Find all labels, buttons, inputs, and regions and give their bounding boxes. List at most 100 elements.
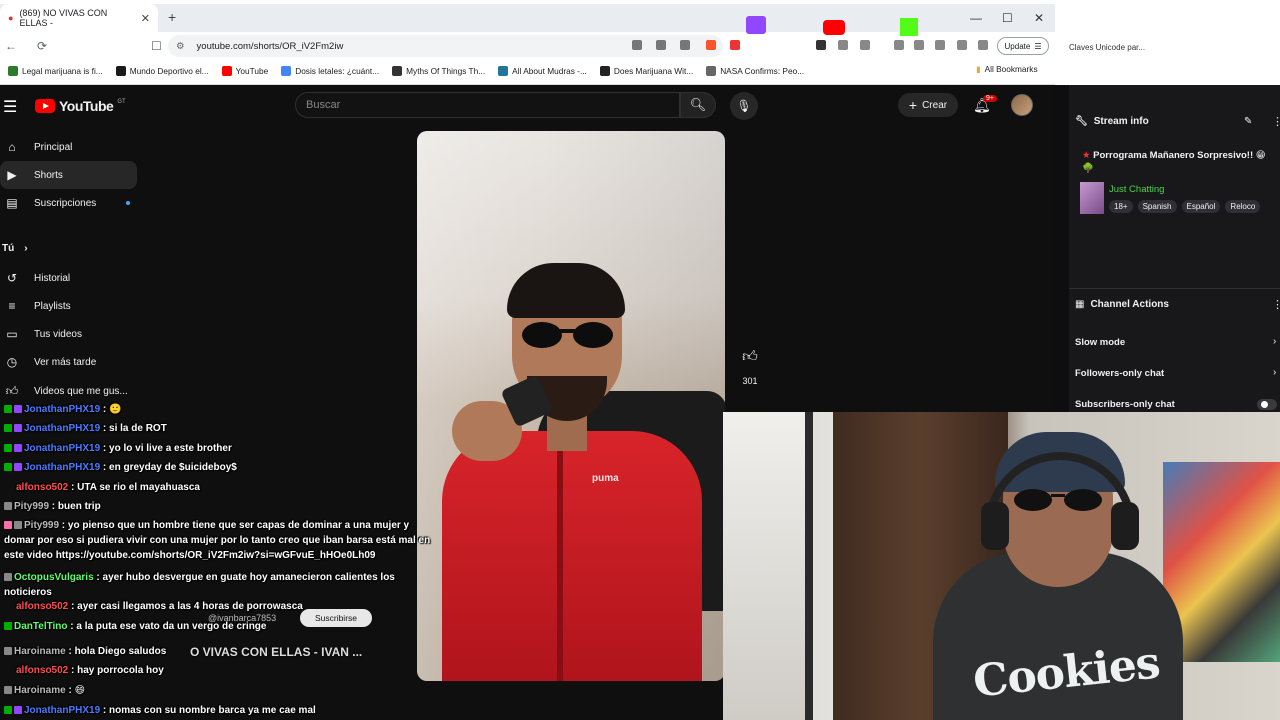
bookmark-item[interactable]: YouTube: [221, 66, 269, 76]
brave-shield-icon[interactable]: [706, 40, 716, 50]
extension-icon[interactable]: [914, 40, 924, 50]
avatar[interactable]: [1011, 94, 1033, 116]
bookmark-favicon-icon: [706, 66, 717, 76]
like-button[interactable]: 👍︎ 301: [738, 348, 762, 386]
bookmark-item[interactable]: NASA Confirms: Peo...: [706, 66, 804, 76]
sidebar-item-historial[interactable]: ↺ Historial: [0, 264, 137, 292]
chat-username[interactable]: Haroiname: [14, 685, 66, 696]
secondary-tab-title[interactable]: Claves Unicode par...: [1069, 43, 1145, 52]
chat-message: alfonso502 : ayer casi llegamos a las 4 …: [16, 599, 303, 614]
chat-badge-icon: [4, 573, 12, 582]
minimize-icon[interactable]: —: [970, 11, 982, 25]
search-input[interactable]: [306, 99, 679, 111]
chat-username[interactable]: alfonso502: [16, 482, 68, 493]
sidebar-item-principal[interactable]: ⌂ Principal: [0, 133, 137, 161]
extension-icon[interactable]: [978, 40, 988, 50]
extension-icon[interactable]: [816, 40, 826, 50]
tag[interactable]: 18+: [1109, 200, 1133, 213]
extension-icon[interactable]: [957, 40, 967, 50]
cast-icon[interactable]: [632, 40, 642, 50]
search-button[interactable]: 🔍︎: [680, 92, 716, 118]
share-icon[interactable]: [680, 40, 690, 50]
chat-username[interactable]: JonathanPHX19: [24, 404, 100, 415]
channel-actions-title: Channel Actions: [1090, 299, 1169, 310]
bookmark-item[interactable]: All About Mudras -...: [498, 66, 587, 76]
chat-username[interactable]: JonathanPHX19: [24, 462, 100, 473]
close-tab-icon[interactable]: ✕: [141, 12, 150, 25]
sidebar-item-ver-mas-tarde[interactable]: ◷ Ver más tarde: [0, 348, 137, 376]
chevron-right-icon[interactable]: ›: [1273, 367, 1276, 378]
tag[interactable]: Español: [1181, 200, 1221, 213]
voice-search-button[interactable]: 🎙︎: [730, 92, 758, 120]
extension-icon[interactable]: [860, 40, 870, 50]
channel-handle[interactable]: @ivanbarca7853: [208, 613, 276, 623]
all-bookmarks-folder[interactable]: ▮ All Bookmarks: [976, 64, 1038, 74]
kick-icon: [900, 18, 918, 36]
back-icon[interactable]: ←: [5, 39, 17, 53]
maximize-icon[interactable]: ☐: [1002, 11, 1013, 25]
sidebar-section-you[interactable]: Tú ›: [2, 243, 28, 254]
reload-icon[interactable]: ⟳: [37, 39, 47, 53]
subscribe-button[interactable]: Suscribirse: [300, 609, 372, 627]
chat-username[interactable]: Haroiname: [14, 646, 66, 657]
search-box[interactable]: [295, 92, 680, 118]
category-thumbnail[interactable]: [1080, 182, 1104, 214]
extension-icon[interactable]: [838, 40, 848, 50]
youtube-logo[interactable]: YouTube GT: [35, 98, 126, 114]
bookmark-item[interactable]: Legal marijuana is fi...: [8, 66, 103, 76]
chat-username[interactable]: JonathanPHX19: [24, 423, 100, 434]
chevron-right-icon[interactable]: ›: [1273, 336, 1276, 347]
bookmark-label: Dosis letales: ¿cuánt...: [295, 66, 380, 76]
browser-tab-active[interactable]: ● (869) NO VIVAS CON ELLAS - ✕: [0, 4, 158, 32]
bookmark-label: NASA Confirms: Peo...: [720, 66, 805, 76]
bookmark-favicon-icon: [392, 66, 403, 76]
tag[interactable]: Reloco: [1225, 200, 1261, 213]
new-tab-button[interactable]: +: [168, 9, 176, 25]
bookmark-item[interactable]: Mundo Deportivo el...: [115, 66, 209, 76]
chat-badge-icon: [4, 647, 12, 656]
bookmark-favicon-icon: [221, 66, 232, 76]
chat-badge-icon: [14, 405, 22, 414]
update-button[interactable]: Update ☰: [997, 37, 1049, 55]
chat-username[interactable]: DanTelTino: [14, 621, 68, 632]
category-name[interactable]: Just Chatting: [1109, 184, 1164, 195]
sidebar-item-tus-videos[interactable]: ▭ Tus videos: [0, 320, 137, 348]
edit-pencil-icon[interactable]: ✎: [1244, 116, 1252, 127]
site-info-icon[interactable]: ⚙: [176, 41, 185, 52]
bookmark-star-icon[interactable]: ☐: [151, 39, 162, 53]
bookmark-item[interactable]: Does Marijuana Wit...: [599, 66, 693, 76]
menu-icon[interactable]: ☰: [3, 97, 17, 117]
followers-only-action[interactable]: Followers-only chat: [1075, 368, 1164, 379]
slow-mode-action[interactable]: Slow mode: [1075, 337, 1125, 348]
chat-message: OctopusVulgaris : ayer hubo desvergue en…: [4, 570, 434, 600]
more-options-icon[interactable]: ⋮: [1272, 115, 1280, 128]
bookmark-favicon-icon: [498, 66, 509, 76]
translate-icon[interactable]: [656, 40, 666, 50]
create-button[interactable]: + Crear: [898, 93, 958, 117]
sidebar-item-shorts[interactable]: ▶ Shorts: [0, 161, 137, 189]
bookmark-label: YouTube: [235, 66, 269, 76]
bookmark-item[interactable]: Dosis letales: ¿cuánt...: [281, 66, 379, 76]
rewards-icon[interactable]: [730, 40, 740, 50]
stream-title: ★ Porrograma Mañanero Sorpresivo!! 😁 🌳: [1082, 149, 1277, 175]
extension-icon[interactable]: [894, 40, 904, 50]
chat-username[interactable]: Pity999: [24, 520, 59, 531]
close-window-icon[interactable]: ✕: [1034, 11, 1044, 25]
more-options-icon[interactable]: ⋮: [1272, 298, 1280, 311]
extension-icon[interactable]: [935, 40, 945, 50]
bookmark-item[interactable]: Myths Of Things Th...: [392, 66, 485, 76]
chat-username[interactable]: JonathanPHX19: [24, 443, 100, 454]
chat-username[interactable]: OctopusVulgaris: [14, 572, 94, 583]
chat-username[interactable]: alfonso502: [16, 665, 68, 676]
chat-text: : ayer casi llegamos a las 4 horas de po…: [68, 601, 303, 612]
chat-username[interactable]: alfonso502: [16, 601, 68, 612]
sidebar-item-playlists[interactable]: ≡ Playlists: [0, 292, 137, 320]
chat-username[interactable]: JonathanPHX19: [24, 705, 100, 716]
subscribers-only-toggle[interactable]: [1257, 399, 1277, 410]
subscribers-only-action[interactable]: Subscribers-only chat: [1075, 399, 1175, 410]
tag[interactable]: Spanish: [1137, 200, 1177, 213]
short-video-player[interactable]: puma: [417, 131, 725, 681]
thumbs-up-icon: 👍︎: [742, 348, 758, 365]
chat-username[interactable]: Pity999: [14, 501, 49, 512]
sidebar-item-suscripciones[interactable]: ▤ Suscripciones: [0, 189, 137, 217]
